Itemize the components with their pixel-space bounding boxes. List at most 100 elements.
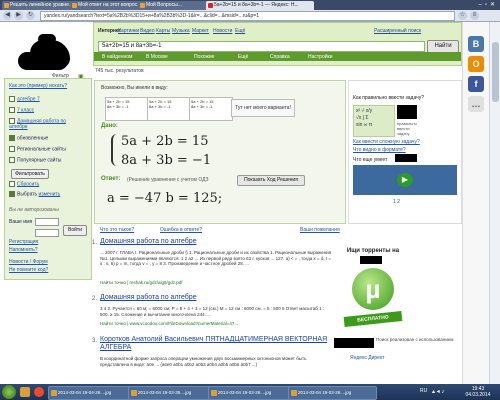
result-links[interactable]: Найти точно | reshak.ru/gdz/alg8/gdz.pdf [100, 280, 183, 285]
taskbar-item[interactable]: 2014-03-04 19-03-35....jpg [128, 386, 217, 400]
format-link[interactable]: Что видно в формате? [353, 147, 406, 153]
login-field[interactable] [35, 218, 59, 226]
filter-item[interactable]: Домашняя работа по алгебре [9, 118, 85, 130]
checkbox[interactable] [9, 191, 15, 197]
filter-item[interactable]: обновленные [9, 135, 48, 141]
play-icon[interactable]: ▶ [397, 173, 413, 187]
tray-icons[interactable]: ▴ ◂ ♪ [432, 388, 444, 395]
how-to-link[interactable]: Как ввести сложную задачу? [353, 139, 420, 145]
star-icon[interactable]: ☆ [458, 11, 467, 20]
settings-icon[interactable]: ≡ [470, 11, 479, 20]
taskbar-item[interactable]: 2014-03-04 19-03-26....jpg [288, 386, 377, 400]
redaction [360, 256, 382, 264]
result-title[interactable]: Домашняя работа по алгебре [100, 294, 197, 301]
direct-link[interactable]: Яндекс Директ [350, 355, 384, 361]
news-link[interactable]: Новости / Форум [9, 259, 48, 265]
result-snippet: В координатной форме запроса операции ум… [100, 356, 307, 367]
login-button[interactable]: Войти [63, 225, 87, 236]
torrent-ad[interactable]: Ищи торренты на µ БЕСПЛАТНО [338, 248, 408, 338]
what-else: Что еще умеет [353, 157, 388, 163]
facebook-icon[interactable]: f [468, 76, 484, 92]
tab-video[interactable]: Видео [140, 28, 155, 34]
scrollbar[interactable] [489, 22, 500, 384]
equation-2: 8a + 3b = −1 [121, 153, 212, 168]
checkbox[interactable] [9, 107, 15, 113]
checkbox[interactable] [9, 118, 15, 124]
video-preview[interactable]: ▶ [353, 165, 457, 195]
tab-images[interactable]: Картинки [118, 28, 139, 34]
vk-icon[interactable]: В [468, 36, 484, 52]
subtab-help[interactable]: Справка [270, 54, 290, 60]
code-link[interactable]: Не помните код? [9, 267, 48, 273]
subtab-found[interactable]: В найденном [102, 54, 133, 60]
not-my-variant-button[interactable]: Тут нет моего варианта! [231, 99, 295, 117]
help-pager[interactable]: 1 2 [393, 199, 400, 205]
explorer-icon[interactable] [20, 387, 30, 397]
tab-maps[interactable]: Карты [156, 28, 170, 34]
clock[interactable]: 19:43 04.03.2014 [462, 386, 494, 398]
error-link[interactable]: Ошибка в ответе? [160, 227, 202, 233]
subtab-similar[interactable]: Похожие [194, 54, 214, 60]
login-notice: Вы не авторизованы [9, 207, 59, 213]
filter-item[interactable]: 7 класс [9, 107, 34, 113]
checkbox[interactable] [9, 135, 15, 141]
tab-market[interactable]: Маркет [192, 28, 209, 34]
subtab-settings[interactable]: Настройки [308, 54, 333, 60]
address-bar: ◀ ▶ ↻ yandex.ru/yandsearch?text=5a%2B2b%… [0, 10, 500, 22]
scrollbar-thumb[interactable] [492, 42, 499, 102]
odnoklassniki-icon[interactable]: О [468, 56, 484, 72]
tab-music[interactable]: Музыка [172, 28, 190, 34]
remind-link[interactable]: Напомнить? [9, 247, 38, 253]
formula-keypad[interactable]: x² √ x/y √x ∫ Σsin ∞ π [353, 105, 395, 137]
register-link[interactable]: Регистрация [9, 239, 38, 245]
filter-help-link[interactable]: Как это (пример) искать? [9, 83, 67, 89]
image-file-icon [131, 390, 137, 396]
url-field[interactable]: yandex.ru/yandsearch?text=5a%2B2b%3D15+и… [40, 11, 455, 21]
result-title[interactable]: Домашняя работа по алгебре [100, 238, 197, 245]
wishes-link[interactable]: Ваши пожелания [300, 227, 340, 233]
start-button[interactable] [2, 385, 16, 399]
search-input[interactable]: 5а+2b=15 и 8а+3b=-1 [98, 41, 425, 52]
results-count: 745 тыс. результатов [95, 68, 144, 74]
equation-1: 5a + 2b = 15 [121, 134, 209, 149]
checkbox[interactable] [9, 96, 15, 102]
checkbox[interactable] [9, 146, 15, 152]
more-icon[interactable]: … [468, 96, 484, 112]
filter-option[interactable]: Популярные сайты [9, 157, 61, 163]
answer-label: Ответ: [101, 176, 121, 182]
taskbar-item[interactable]: 2014-03-04 19-03-26....jpg [208, 386, 297, 400]
tab-news[interactable]: Новости [213, 28, 232, 34]
checkbox[interactable] [9, 181, 15, 187]
forward-button[interactable]: ▶ [14, 11, 23, 20]
subtab-more[interactable]: Ещё [238, 54, 248, 60]
checkbox[interactable] [9, 157, 15, 163]
browser-icon[interactable] [34, 387, 44, 397]
redaction [38, 34, 56, 44]
solver-widget: Возможно, Вы имели в виду: 5a + 2b = 15 8… [94, 80, 346, 224]
result-title[interactable]: Коротков Анатолий Васильевич ПЯТНАДЦАТИМ… [100, 336, 330, 352]
language-indicator[interactable]: RU [420, 388, 427, 394]
window-controls[interactable]: –▫✕ [479, 1, 499, 8]
tab-more[interactable]: Ещё [235, 28, 245, 34]
image-file-icon [211, 390, 217, 396]
filter-item[interactable]: алгебре 7 [9, 96, 40, 102]
reload-button[interactable]: ↻ [26, 11, 35, 20]
back-button[interactable]: ◀ [3, 11, 12, 20]
browser-tab[interactable]: Решить линейное уравне... [2, 1, 76, 10]
what-is-this-link[interactable]: Что это такое? [100, 227, 134, 233]
variant-thumb[interactable]: 5a + 2b = 15 8a + 3b = -1 [189, 97, 233, 121]
filter-button[interactable]: Фильтровать [11, 169, 49, 179]
variant-thumb[interactable]: 5a + 2b = 15 8a + 3b = -1 [147, 97, 191, 121]
filter-option[interactable]: Региональные сайты [9, 146, 66, 152]
subtab-moscow[interactable]: В Москве [146, 54, 168, 60]
advanced-search-link[interactable]: Расширенный поиск [374, 28, 421, 34]
browser-tab-active[interactable]: 5а+2b=15 и 8а+3b=-1 — Яндекс: Н... [206, 1, 314, 10]
taskbar-item[interactable]: 2014-03-04 19-04-26....jpg [48, 386, 137, 400]
result-links[interactable]: Найти точно | www.vcoodoo.com/FileDownlo… [100, 321, 238, 326]
browser-tab[interactable]: Мой Вопросы... [138, 1, 212, 10]
given-label: Дано: [101, 123, 118, 129]
browser-tab[interactable]: Мой ответ на этот вопрос... [70, 1, 144, 10]
show-solution-button[interactable]: Показать Ход Решения [237, 175, 305, 186]
variant-thumb[interactable]: 5a + 2b = 15 8a + 3b = -1 [105, 97, 149, 121]
password-field[interactable] [35, 229, 59, 237]
